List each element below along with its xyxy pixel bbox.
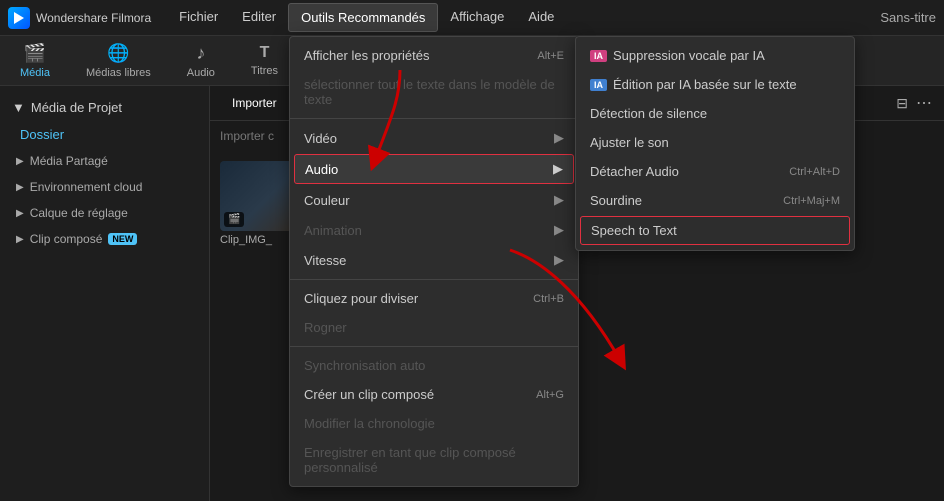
media-thumb: 🎬: [220, 161, 320, 231]
media-label: IMG_3045: [456, 254, 556, 266]
expand-icon: ▶: [16, 156, 24, 167]
sidebar-item-label: Calque de réglage: [30, 206, 128, 220]
tab-importer[interactable]: Importer: [222, 92, 287, 114]
video-icon-overlay: 🎬: [224, 212, 244, 227]
toolbar-titres[interactable]: T Titres: [243, 40, 286, 81]
toolbar-titres-label: Titres: [251, 65, 278, 77]
sidebar-item-clip-compose[interactable]: ▶ Clip composé NEW: [0, 226, 209, 252]
window-title: Sans-titre: [880, 10, 936, 25]
menu-affichage[interactable]: Affichage: [438, 3, 516, 32]
media-item-img3045[interactable]: 🎬 ✓ IMG_3045: [456, 181, 556, 266]
import-section: Importer c: [210, 121, 944, 151]
expand-icon: ▶: [16, 234, 24, 245]
video-icon-overlay: 🎬: [460, 232, 480, 247]
check-mark: ✓: [534, 229, 552, 247]
toolbar-media[interactable]: 🎬 Média: [12, 39, 58, 83]
more-icon[interactable]: ⋯: [916, 93, 932, 113]
menu-bar: Wondershare Filmora Fichier Editer Outil…: [0, 0, 944, 36]
app-logo: Wondershare Filmora: [8, 7, 151, 29]
toolbar-audio-label: Audio: [187, 67, 215, 79]
sidebar-item-label: Environnement cloud: [30, 180, 143, 194]
media-grid: 🎬 Clip_IMG_ 🎬 IMG_2221 🎬 ✓ IMG_3: [210, 151, 944, 276]
filter-icon[interactable]: ⊟: [896, 95, 908, 112]
sidebar-collapse-icon[interactable]: ▼: [12, 100, 25, 115]
new-badge: NEW: [108, 233, 137, 245]
expand-icon: ▶: [16, 182, 24, 193]
content-tabs: Importer DOSSIER ⊟ ⋯: [210, 86, 944, 121]
media-item-clip[interactable]: 🎬 Clip_IMG_: [220, 161, 320, 266]
toolbar-audio[interactable]: ♪ Audio: [179, 39, 223, 83]
menu-outils[interactable]: Outils Recommandés: [288, 3, 438, 32]
toolbar: 🎬 Média 🌐 Médias libres ♪ Audio T Titres: [0, 36, 944, 86]
titres-icon: T: [260, 44, 270, 62]
menu-fichier[interactable]: Fichier: [167, 3, 230, 32]
sidebar-folder[interactable]: Dossier: [0, 121, 209, 148]
sidebar-item-label: Média Partagé: [30, 154, 108, 168]
sidebar-header: ▼ Média de Projet: [0, 94, 209, 121]
media-label: Clip_IMG_: [220, 234, 320, 246]
sidebar-item-label: Clip composé: [30, 232, 103, 246]
media-icon: 🎬: [24, 43, 46, 64]
toolbar-medias-libres[interactable]: 🌐 Médias libres: [78, 39, 159, 83]
media-thumb: 🎬 ✓: [456, 181, 556, 251]
menu-items: Fichier Editer Outils Recommandés Affich…: [167, 3, 566, 32]
dossier-label: DOSSIER: [295, 96, 349, 110]
expand-icon: ▶: [16, 208, 24, 219]
menu-aide[interactable]: Aide: [516, 3, 566, 32]
content-area: Importer DOSSIER ⊟ ⋯ Importer c 🎬 Clip_I…: [210, 86, 944, 501]
sidebar-project-label: Média de Projet: [31, 100, 122, 115]
main-area: ▼ Média de Projet Dossier ▶ Média Partag…: [0, 86, 944, 501]
toolbar-media-label: Média: [20, 67, 50, 79]
sidebar: ▼ Média de Projet Dossier ▶ Média Partag…: [0, 86, 210, 501]
importer-label: Importer c: [220, 129, 274, 143]
sidebar-item-cloud[interactable]: ▶ Environnement cloud: [0, 174, 209, 200]
audio-icon: ♪: [196, 43, 205, 64]
app-name: Wondershare Filmora: [36, 11, 151, 25]
medias-libres-icon: 🌐: [107, 43, 129, 64]
content-tools: ⊟ ⋯: [896, 93, 932, 113]
toolbar-medias-libres-label: Médias libres: [86, 67, 151, 79]
logo-icon: [8, 7, 30, 29]
menu-editer[interactable]: Editer: [230, 3, 288, 32]
sidebar-item-calque[interactable]: ▶ Calque de réglage: [0, 200, 209, 226]
sidebar-item-media-partage[interactable]: ▶ Média Partagé: [0, 148, 209, 174]
